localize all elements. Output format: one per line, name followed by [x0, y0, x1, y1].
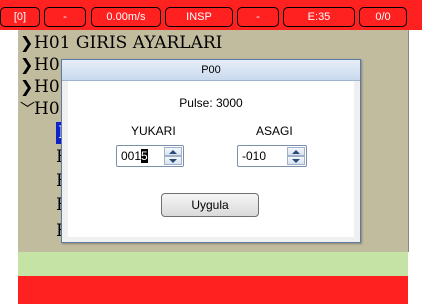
- chevron-right-icon: ❯: [20, 33, 34, 52]
- yukari-label: YUKARI: [131, 124, 176, 138]
- arrow-down-icon: [169, 159, 177, 163]
- status-bar: [0] - 0.00m/s INSP - E:35 0/0: [0, 0, 422, 30]
- chevron-right-icon: ❯: [20, 55, 34, 74]
- dialog-title: P00: [62, 60, 360, 81]
- menu-item-h03[interactable]: ❯H0: [20, 76, 60, 98]
- status-dash-2: -: [237, 7, 279, 27]
- arrow-up-icon: [292, 150, 300, 154]
- status-dash-1: -: [44, 7, 86, 27]
- yukari-spinbox[interactable]: 0015: [116, 145, 184, 167]
- yukari-up-button[interactable]: [164, 147, 182, 156]
- apply-button[interactable]: Uygula: [161, 193, 259, 217]
- asagi-down-button[interactable]: [287, 156, 305, 165]
- menu-item-h02[interactable]: ❯H0: [20, 54, 60, 76]
- status-index: [0]: [0, 7, 40, 27]
- status-mode: INSP: [165, 7, 233, 27]
- menu-item-h01[interactable]: ❯H01 GIRIS AYARLARI: [20, 32, 222, 54]
- chevron-down-icon: ﹀: [20, 100, 36, 118]
- menu-item-label: H0: [34, 99, 60, 119]
- status-counter: 0/0: [359, 7, 407, 27]
- pulse-label: Pulse: 3000: [179, 96, 243, 110]
- chevron-right-icon: ❯: [20, 77, 34, 96]
- menu-item-label: H0: [34, 77, 60, 97]
- asagi-value[interactable]: -010: [242, 149, 266, 163]
- arrow-up-icon: [169, 150, 177, 154]
- yukari-down-button[interactable]: [164, 156, 182, 165]
- green-bar: [18, 252, 408, 276]
- dialog-client: Pulse: 3000 YUKARI 0015 ASAGI -010 Uygul…: [68, 81, 354, 237]
- status-error: E:35: [283, 7, 355, 27]
- p00-dialog: P00 Pulse: 3000 YUKARI 0015 ASAGI -010 U…: [61, 59, 361, 243]
- yukari-value[interactable]: 0015: [121, 149, 148, 163]
- red-bar: [18, 276, 408, 304]
- asagi-spinbox[interactable]: -010: [237, 145, 307, 167]
- menu-item-label: H01 GIRIS AYARLARI: [34, 33, 223, 53]
- text-cursor: 5: [141, 149, 148, 163]
- arrow-down-icon: [292, 159, 300, 163]
- asagi-up-button[interactable]: [287, 147, 305, 156]
- asagi-label: ASAGI: [256, 124, 293, 138]
- menu-item-h04[interactable]: ﹀H0: [20, 98, 60, 120]
- status-speed: 0.00m/s: [91, 7, 161, 27]
- menu-item-label: H0: [34, 55, 60, 75]
